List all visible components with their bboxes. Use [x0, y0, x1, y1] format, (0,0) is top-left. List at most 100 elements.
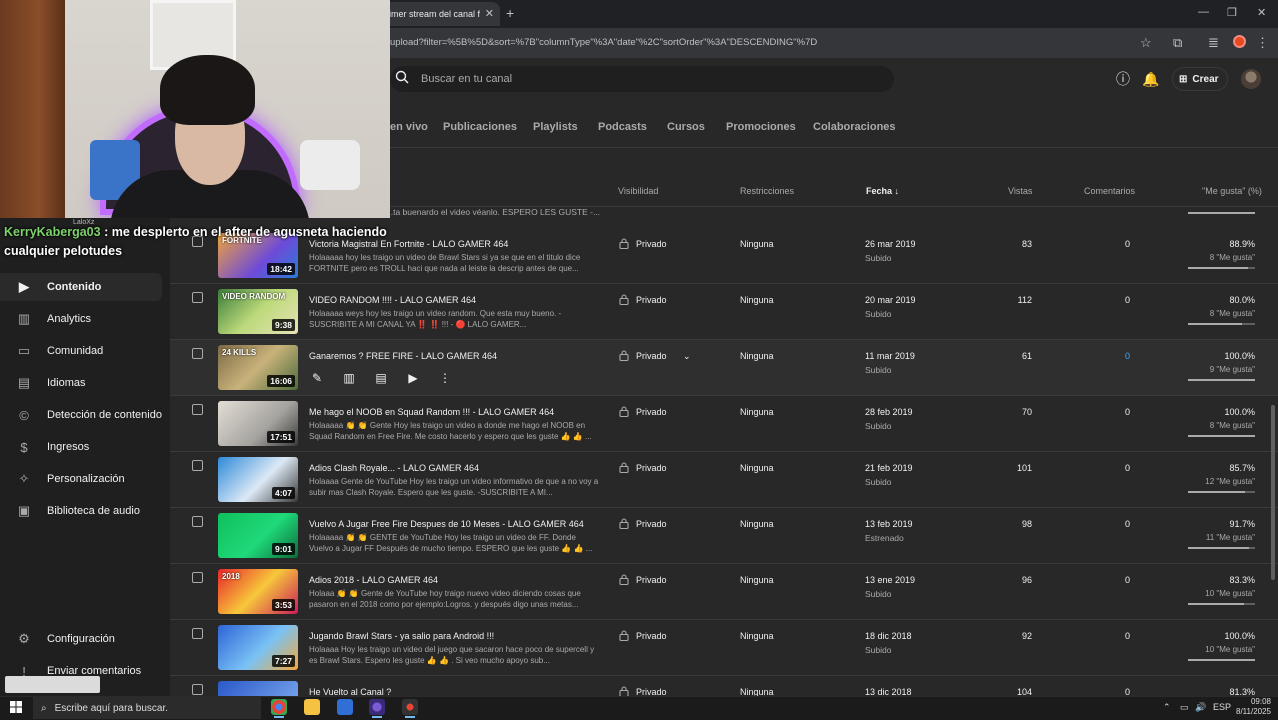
menu-dots-icon[interactable]: ⋮	[1256, 35, 1269, 51]
chevron-down-icon[interactable]: ⌄	[683, 351, 691, 361]
sidebar-item-content-detection[interactable]: © Detección de contenido	[0, 401, 162, 429]
video-thumbnail[interactable]: 7:27	[218, 625, 298, 670]
profile-icon[interactable]	[1233, 35, 1246, 48]
video-thumbnail[interactable]: VIDEO RANDOM 9:38	[218, 289, 298, 334]
video-title[interactable]: VIDEO RANDOM !!!! - LALO GAMER 464	[309, 295, 476, 305]
row-checkbox[interactable]	[192, 684, 203, 695]
video-title[interactable]: Jugando Brawl Stars - ya salio para Andr…	[309, 631, 494, 641]
row-checkbox[interactable]	[192, 348, 203, 359]
comments-value: 0	[1124, 631, 1130, 641]
reading-list-icon[interactable]: ≣	[1208, 35, 1219, 51]
row-checkbox[interactable]	[192, 516, 203, 527]
tab-live[interactable]: en vivo	[390, 121, 428, 133]
date-value: 20 mar 2019	[865, 295, 916, 305]
video-thumbnail[interactable]: 24 KILLS 16:06	[218, 345, 298, 390]
date-status: Subido	[865, 309, 892, 319]
thumbnail-text: VIDEO RANDOM	[222, 292, 286, 301]
video-title[interactable]: Vuelvo A Jugar Free Fire Despues de 10 M…	[309, 519, 584, 529]
col-header-likes[interactable]: "Me gusta" (%)	[1202, 186, 1262, 196]
row-checkbox[interactable]	[192, 628, 203, 639]
taskbar-search-input[interactable]: ⌕ Escribe aquí para buscar.	[33, 697, 261, 719]
like-ratio-fill	[1188, 323, 1242, 325]
row-checkbox[interactable]	[192, 404, 203, 415]
language-indicator[interactable]: ESP	[1213, 702, 1231, 712]
webcam-overlay	[0, 0, 390, 218]
taskbar-clock[interactable]: 09:08 8/11/2025	[1236, 697, 1271, 717]
video-thumbnail[interactable]: 17:51	[218, 401, 298, 446]
date-value: 28 feb 2019	[865, 407, 913, 417]
visibility-value[interactable]: Privado ⌄	[636, 351, 691, 362]
thumbnail-text: 24 KILLS	[222, 348, 257, 357]
video-thumbnail[interactable]: 4:07	[218, 457, 298, 502]
obs-app-icon[interactable]	[369, 699, 385, 718]
help-icon[interactable]: ⓘ	[1115, 71, 1131, 87]
chrome-app-icon[interactable]	[271, 699, 287, 718]
comments-icon[interactable]: ▤	[373, 371, 389, 385]
youtube-play-icon[interactable]: ▶	[405, 371, 421, 385]
sidebar-item-audio-library[interactable]: ▣ Biblioteca de audio	[0, 497, 162, 525]
tab-collaborations[interactable]: Colaboraciones	[813, 121, 896, 133]
sidebar-item-analytics[interactable]: ▥ Analytics	[0, 305, 162, 333]
table-row[interactable]	[170, 340, 1278, 396]
video-thumbnail[interactable]: 9:01	[218, 513, 298, 558]
video-title[interactable]: Me hago el NOOB en Squad Random !!! - LA…	[309, 407, 554, 417]
video-title[interactable]: Adios 2018 - LALO GAMER 464	[309, 575, 438, 585]
tray-chevron-icon[interactable]: ⌃	[1163, 702, 1171, 713]
sidebar-item-label: Comunidad	[47, 345, 104, 357]
channel-avatar[interactable]	[1241, 69, 1261, 89]
close-window-icon[interactable]: ✕	[1257, 6, 1266, 19]
analytics-icon[interactable]: ▥	[341, 371, 357, 385]
lock-icon	[619, 518, 629, 529]
video-thumbnail[interactable]: 2018 3:53	[218, 569, 298, 614]
tab-promotions[interactable]: Promociones	[726, 121, 796, 133]
sidebar-item-languages[interactable]: ▤ Idiomas	[0, 369, 162, 397]
sidebar-item-earn[interactable]: $ Ingresos	[0, 433, 162, 461]
minimize-icon[interactable]: —	[1198, 6, 1209, 18]
tab-courses[interactable]: Cursos	[667, 121, 705, 133]
app-icon-blue[interactable]	[337, 699, 353, 715]
row-checkbox[interactable]	[192, 572, 203, 583]
video-title[interactable]: Adios Clash Royale... - LALO GAMER 464	[309, 463, 479, 473]
col-header-visibility[interactable]: Visibilidad	[618, 186, 658, 196]
edit-pencil-icon[interactable]: ✎	[309, 371, 325, 385]
table-scrollbar[interactable]	[1271, 405, 1275, 580]
row-checkbox[interactable]	[192, 460, 203, 471]
volume-icon[interactable]: 🔊	[1195, 702, 1206, 713]
extensions-icon[interactable]: ⧉	[1173, 35, 1182, 51]
video-title[interactable]: Ganaremos ? FREE FIRE - LALO GAMER 464	[309, 351, 497, 361]
col-header-comments[interactable]: Comentarios	[1084, 186, 1135, 196]
sidebar-item-community[interactable]: ▭ Comunidad	[0, 337, 162, 365]
col-header-views[interactable]: Vistas	[1008, 186, 1032, 196]
col-header-restrictions[interactable]: Restricciones	[740, 186, 794, 196]
windows-start-icon[interactable]	[10, 701, 22, 713]
restrictions-value: Ninguna	[740, 239, 774, 249]
notifications-bell-icon[interactable]: 🔔	[1142, 71, 1159, 87]
file-explorer-icon[interactable]	[304, 699, 320, 715]
tab-posts[interactable]: Publicaciones	[443, 121, 517, 133]
close-tab-icon[interactable]: ✕	[485, 7, 494, 20]
lock-icon	[619, 630, 629, 641]
browser-tab[interactable]: rimer stream del canal f ✕	[380, 2, 500, 26]
recording-app-icon[interactable]	[402, 699, 418, 718]
restrictions-value: Ninguna	[740, 407, 774, 417]
new-tab-icon[interactable]: +	[506, 5, 514, 21]
sidebar-item-content[interactable]: ▶ Contenido	[0, 273, 162, 301]
sidebar-item-customization[interactable]: ✧ Personalización	[0, 465, 162, 493]
comments-value[interactable]: 0	[1125, 351, 1130, 361]
date-status: Subido	[865, 589, 892, 599]
video-description: Holaaa 👏 👏 Gente de YouTube hoy traigo n…	[309, 589, 581, 609]
options-dots-icon[interactable]: ⋮	[437, 371, 453, 385]
col-header-date[interactable]: Fecha ↓	[866, 186, 899, 196]
create-button[interactable]: ⊞ Crear	[1172, 67, 1228, 91]
restore-icon[interactable]: ❐	[1227, 6, 1237, 19]
tab-playlists[interactable]: Playlists	[533, 121, 578, 133]
visibility-label: Privado	[636, 407, 667, 417]
network-icon[interactable]: ▭	[1180, 702, 1189, 713]
like-ratio-fill	[1188, 659, 1255, 661]
tab-podcasts[interactable]: Podcasts	[598, 121, 647, 133]
url-text[interactable]: upload?filter=%5B%5D&sort=%7B"columnType…	[390, 37, 817, 48]
likes-count: 8 "Me gusta"	[1209, 253, 1255, 262]
row-checkbox[interactable]	[192, 292, 203, 303]
bookmark-star-icon[interactable]: ☆	[1140, 35, 1152, 51]
sidebar-item-settings[interactable]: ⚙ Configuración	[0, 625, 162, 653]
